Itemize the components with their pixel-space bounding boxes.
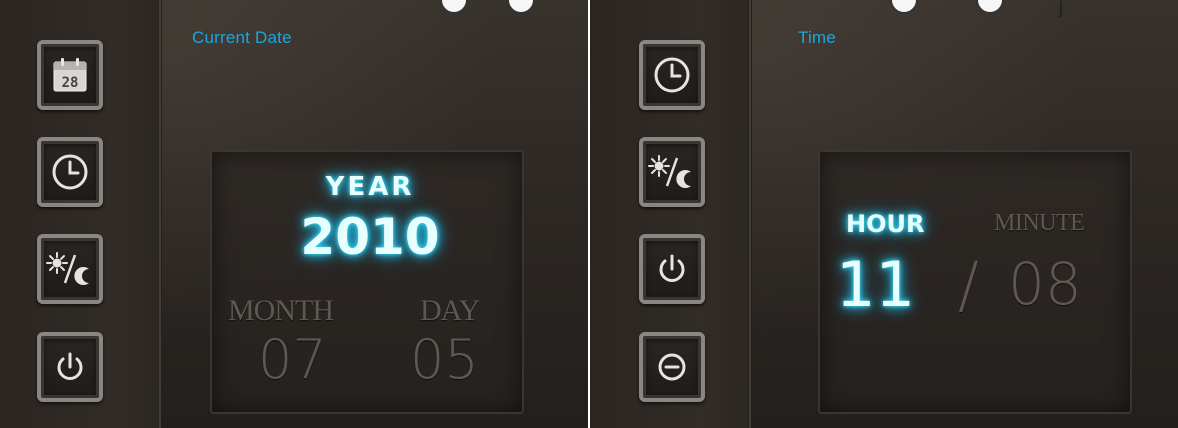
clock-icon xyxy=(654,57,690,93)
minus-button[interactable] xyxy=(639,332,705,402)
clock-button[interactable] xyxy=(639,40,705,110)
day-night-button[interactable] xyxy=(639,137,705,207)
hour-label: HOUR xyxy=(846,210,925,238)
time-separator: / xyxy=(958,248,979,321)
sidebar-divider xyxy=(158,0,162,428)
minute-label: MINUTE xyxy=(994,210,1085,236)
top-hook-decoration: ȷ xyxy=(1058,0,1065,19)
clock-icon xyxy=(52,154,88,190)
top-circle-decoration xyxy=(440,0,468,14)
page-title: Time xyxy=(798,28,836,47)
top-circle-decoration xyxy=(507,0,535,14)
page-title: Current Date xyxy=(192,28,292,47)
top-circle-decoration xyxy=(890,0,918,14)
top-circle-decoration xyxy=(976,0,1004,14)
month-value: 07 xyxy=(258,328,327,391)
date-screen: Current Date 28 YEAR 2010 MONTH 07 DAY 0… xyxy=(0,0,588,428)
month-label: MONTH xyxy=(228,294,334,327)
minute-value: 08 xyxy=(1008,250,1082,318)
year-value: 2010 xyxy=(300,208,440,266)
sun-moon-icon xyxy=(46,252,89,285)
calendar-button[interactable]: 28 xyxy=(37,40,103,110)
power-icon xyxy=(57,352,83,380)
clock-button[interactable] xyxy=(37,137,103,207)
sidebar-divider xyxy=(748,0,752,428)
hour-value: 11 xyxy=(836,248,915,321)
power-button[interactable] xyxy=(639,234,705,304)
time-screen: ȷ Time HOUR 11 / MINUTE 08 xyxy=(590,0,1178,428)
calendar-icon-day: 28 xyxy=(62,75,79,91)
power-icon xyxy=(659,254,685,282)
sun-moon-icon xyxy=(648,155,691,188)
day-label: DAY xyxy=(420,294,480,327)
year-label: YEAR xyxy=(325,172,415,202)
minus-circle-icon xyxy=(658,353,686,381)
calendar-icon: 28 xyxy=(53,58,87,92)
day-value: 05 xyxy=(410,328,479,391)
day-night-button[interactable] xyxy=(37,234,103,304)
power-button[interactable] xyxy=(37,332,103,402)
